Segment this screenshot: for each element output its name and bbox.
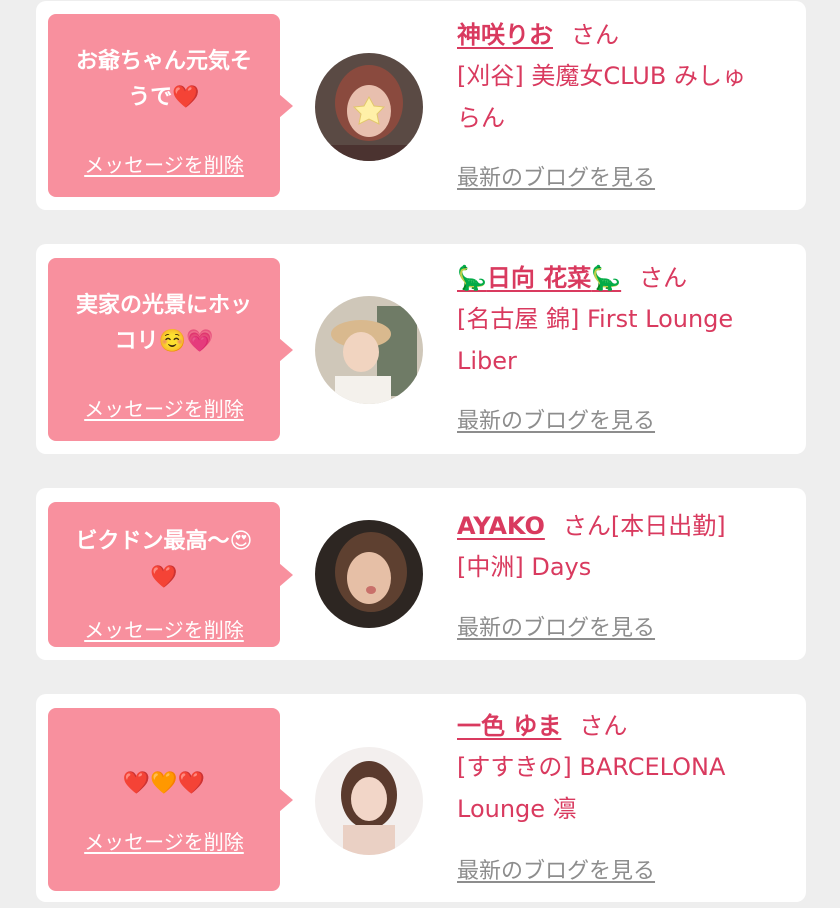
status-badge: [本日出勤] xyxy=(610,512,726,540)
name-line: 🦕日向 花菜🦕 さん xyxy=(457,258,796,298)
message-bubble: 実家の光景にホッ コリ☺️💗 メッセージを削除 xyxy=(48,258,293,441)
name-line: 一色 ゆま さん xyxy=(457,706,796,746)
profile-name-link[interactable]: 神咲りお xyxy=(457,21,553,49)
blog-link[interactable]: 最新のブログを見る xyxy=(457,403,655,435)
avatar[interactable] xyxy=(315,747,423,855)
profile-info: 一色 ゆま さん [すすきの] BARCELONA Lounge 凛 最新のブログ… xyxy=(457,706,796,884)
delete-message-link[interactable]: メッセージを削除 xyxy=(48,826,280,855)
profile-info: 神咲りお さん [刈谷] 美魔女CLUB みしゅ らん 最新のブログを見る xyxy=(457,15,796,191)
delete-message-link[interactable]: メッセージを削除 xyxy=(48,614,280,643)
avatar-photo-icon xyxy=(315,53,423,161)
honorific: さん xyxy=(579,712,628,740)
honorific: さん xyxy=(639,264,688,292)
honorific: さん xyxy=(562,512,611,540)
avatar[interactable] xyxy=(315,53,423,161)
profile-info: AYAKO さん[本日出勤] [中洲] Days 最新のブログを見る xyxy=(457,506,796,641)
message-bubble: ❤️🧡❤️ メッセージを削除 xyxy=(48,708,293,891)
blog-link[interactable]: 最新のブログを見る xyxy=(457,853,655,885)
heart-emoji-icon: ❤️ xyxy=(150,565,178,590)
smile-heart-emoji-icon: ☺️💗 xyxy=(158,329,214,354)
message-card: ❤️🧡❤️ メッセージを削除 一色 ゆま さん [すすきの] BARCELONA … xyxy=(36,694,806,902)
profile-name-link[interactable]: 🦕日向 花菜🦕 xyxy=(457,264,621,292)
hearts-emoji-icon: ❤️🧡❤️ xyxy=(122,771,206,796)
honorific: さん xyxy=(571,21,619,49)
message-card: ビクドン最高〜😍 ❤️ メッセージを削除 AYAKO さん[本日出勤] [中洲] … xyxy=(36,488,806,660)
message-bubble: ビクドン最高〜😍 ❤️ メッセージを削除 xyxy=(48,502,293,647)
blog-link[interactable]: 最新のブログを見る xyxy=(457,610,655,642)
message-text: ❤️🧡❤️ xyxy=(56,766,272,802)
avatar-photo-icon xyxy=(315,747,423,855)
shop-name: [名古屋 錦] First Lounge Liber xyxy=(457,305,734,375)
delete-message-link[interactable]: メッセージを削除 xyxy=(48,393,280,422)
message-text: お爺ちゃん元気そ うで❤️ xyxy=(75,49,252,110)
name-line: 神咲りお さん xyxy=(457,15,796,55)
profile-name-link[interactable]: 一色 ゆま xyxy=(457,712,561,740)
message-card: 実家の光景にホッ コリ☺️💗 メッセージを削除 🦕日向 花菜🦕 さん [名古屋 錦… xyxy=(36,244,806,454)
shop-name: [中洲] Days xyxy=(457,553,592,581)
shop-name: [刈谷] 美魔女CLUB みしゅ らん xyxy=(457,62,746,132)
profile-info: 🦕日向 花菜🦕 さん [名古屋 錦] First Lounge Liber 最新の… xyxy=(457,258,796,434)
message-text: 実家の光景にホッ コリ☺️💗 xyxy=(75,293,252,354)
heart-emoji-icon: ❤️ xyxy=(172,85,200,110)
message-bubble: お爺ちゃん元気そ うで❤️ メッセージを削除 xyxy=(48,14,293,197)
delete-message-link[interactable]: メッセージを削除 xyxy=(48,149,280,178)
message-text: ビクドン最高〜😍 ❤️ xyxy=(75,529,253,590)
heart-eyes-emoji-icon: 😍 xyxy=(229,529,253,554)
profile-name-link[interactable]: AYAKO xyxy=(457,512,545,540)
avatar[interactable] xyxy=(315,296,423,404)
shop-name: [すすきの] BARCELONA Lounge 凛 xyxy=(457,753,726,823)
name-line: AYAKO さん[本日出勤] xyxy=(457,506,796,546)
dinosaur-icon: 🦕 xyxy=(457,264,487,292)
avatar-photo-icon xyxy=(315,520,423,628)
message-card: お爺ちゃん元気そ うで❤️ メッセージを削除 神咲りお さん [刈谷] 美魔女CL… xyxy=(36,1,806,210)
avatar-photo-icon xyxy=(315,296,423,404)
dinosaur-icon: 🦕 xyxy=(591,264,622,292)
blog-link[interactable]: 最新のブログを見る xyxy=(457,160,655,192)
avatar[interactable] xyxy=(315,520,423,628)
